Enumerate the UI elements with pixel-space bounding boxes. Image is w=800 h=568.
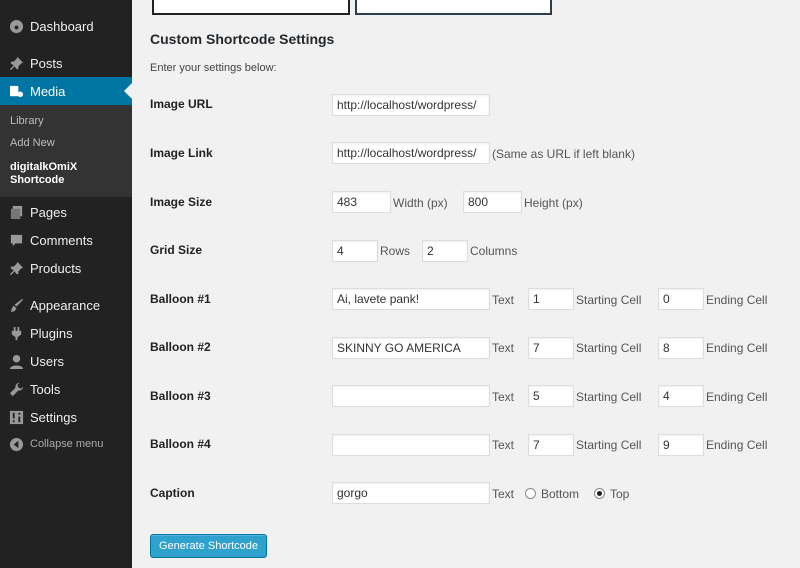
tools-icon [8, 381, 24, 397]
grid-columns-input[interactable]: 2 [422, 240, 468, 262]
comic-preview-frame [355, 0, 552, 15]
starting-cell-label: Starting Cell [576, 438, 642, 452]
balloon-1-start-input[interactable]: 1 [528, 288, 574, 310]
balloon-text-label: Text [492, 438, 515, 452]
ending-cell-label: Ending Cell [706, 341, 768, 355]
media-icon [8, 83, 24, 99]
image-size-label: Image Size [150, 195, 213, 209]
sidebar-item-appearance[interactable]: Appearance [0, 291, 132, 319]
page-title: Custom Shortcode Settings [150, 31, 335, 47]
balloon-text-label: Text [492, 293, 515, 307]
caption-label: Caption [150, 486, 195, 500]
collapse-menu-button[interactable]: Collapse menu [0, 430, 132, 458]
balloon-text-label: Text [492, 390, 515, 404]
caption-top-label: Top [610, 487, 630, 501]
image-link-note: (Same as URL if left blank) [492, 147, 635, 161]
plugins-icon [8, 325, 24, 341]
balloon-2-label: Balloon #2 [150, 340, 211, 354]
submenu-item-label-line2: Shortcode [10, 174, 65, 186]
sidebar-item-label: Posts [30, 55, 63, 71]
image-url-input[interactable]: http://localhost/wordpress/ [332, 94, 490, 116]
sidebar-item-label: Tools [30, 381, 61, 397]
admin-sidebar: Dashboard Posts Media Library Add New di… [0, 0, 132, 568]
caption-text-label: Text [492, 487, 515, 501]
image-link-label: Image Link [150, 146, 213, 160]
image-url-label: Image URL [150, 97, 213, 111]
sidebar-item-label: Appearance [30, 297, 101, 313]
sidebar-item-label: Comments [30, 232, 93, 248]
sidebar-item-label: Products [30, 260, 82, 276]
starting-cell-label: Starting Cell [576, 390, 642, 404]
ending-cell-label: Ending Cell [706, 293, 768, 307]
sidebar-item-tools[interactable]: Tools [0, 375, 132, 403]
balloon-text-label: Text [492, 341, 515, 355]
balloon-3-text-input[interactable] [332, 385, 490, 407]
balloon-2-start-input[interactable]: 7 [528, 337, 574, 359]
rows-label: Rows [380, 244, 411, 258]
sidebar-item-posts[interactable]: Posts [0, 49, 132, 77]
caption-bottom-label: Bottom [541, 487, 580, 501]
pages-icon [8, 204, 24, 220]
grid-size-label: Grid Size [150, 243, 203, 257]
pin-icon [8, 55, 24, 71]
balloon-1-end-input[interactable]: 0 [658, 288, 704, 310]
image-height-input[interactable]: 800 [463, 191, 522, 213]
balloon-1-text-input[interactable]: Ai, lavete pank! [332, 288, 490, 310]
caption-input[interactable]: gorgo [332, 482, 490, 504]
starting-cell-label: Starting Cell [576, 293, 642, 307]
generate-shortcode-button[interactable]: Generate Shortcode [150, 534, 267, 558]
sidebar-item-pages[interactable]: Pages [0, 198, 132, 226]
image-link-input[interactable]: http://localhost/wordpress/ [332, 142, 490, 164]
comments-icon [8, 232, 24, 248]
ending-cell-label: Ending Cell [706, 390, 768, 404]
caption-top-radio[interactable] [594, 488, 605, 499]
comic-preview-frame [152, 0, 350, 15]
sidebar-item-dashboard[interactable]: Dashboard [0, 12, 132, 40]
page-intro: Enter your settings below: [150, 62, 277, 74]
dashboard-icon [8, 18, 24, 34]
balloon-3-start-input[interactable]: 5 [528, 385, 574, 407]
submenu-item-label-line1: digitalkOmiX [10, 161, 78, 173]
collapse-menu-label: Collapse menu [30, 438, 104, 450]
settings-icon [8, 409, 24, 425]
sidebar-item-label: Dashboard [30, 18, 94, 34]
starting-cell-label: Starting Cell [576, 341, 642, 355]
caption-bottom-radio[interactable] [525, 488, 536, 499]
width-label: Width (px) [393, 196, 448, 210]
sidebar-item-plugins[interactable]: Plugins [0, 319, 132, 347]
ending-cell-label: Ending Cell [706, 438, 768, 452]
balloon-4-start-input[interactable]: 7 [528, 434, 574, 456]
submenu-item-add-new[interactable]: Add New [10, 137, 55, 149]
submenu-item-library[interactable]: Library [10, 115, 44, 127]
sidebar-item-comments[interactable]: Comments [0, 226, 132, 254]
balloon-4-end-input[interactable]: 9 [658, 434, 704, 456]
collapse-icon [8, 436, 24, 452]
balloon-3-label: Balloon #3 [150, 389, 211, 403]
submenu-item-digitalkomix-shortcode[interactable]: digitalkOmiX Shortcode [10, 161, 77, 187]
sidebar-item-products[interactable]: Products [0, 254, 132, 282]
users-icon [8, 353, 24, 369]
sidebar-item-label: Settings [30, 409, 77, 425]
media-submenu: Library Add New digitalkOmiX Shortcode [0, 105, 132, 197]
sidebar-item-label: Media [30, 83, 66, 99]
balloon-3-end-input[interactable]: 4 [658, 385, 704, 407]
grid-rows-input[interactable]: 4 [332, 240, 378, 262]
sidebar-item-label: Pages [30, 204, 67, 220]
balloon-2-text-input[interactable]: SKINNY GO AMERICA [332, 337, 490, 359]
balloon-4-text-input[interactable] [332, 434, 490, 456]
sidebar-item-settings[interactable]: Settings [0, 403, 132, 431]
sidebar-item-users[interactable]: Users [0, 347, 132, 375]
sidebar-item-label: Plugins [30, 325, 73, 341]
balloon-4-label: Balloon #4 [150, 437, 211, 451]
active-indicator [124, 83, 132, 99]
appearance-icon [8, 297, 24, 313]
balloon-2-end-input[interactable]: 8 [658, 337, 704, 359]
image-width-input[interactable]: 483 [332, 191, 391, 213]
sidebar-item-media[interactable]: Media [0, 77, 132, 105]
columns-label: Columns [470, 244, 518, 258]
sidebar-item-label: Users [30, 353, 64, 369]
balloon-1-label: Balloon #1 [150, 292, 211, 306]
pin-icon [8, 260, 24, 276]
height-label: Height (px) [524, 196, 583, 210]
